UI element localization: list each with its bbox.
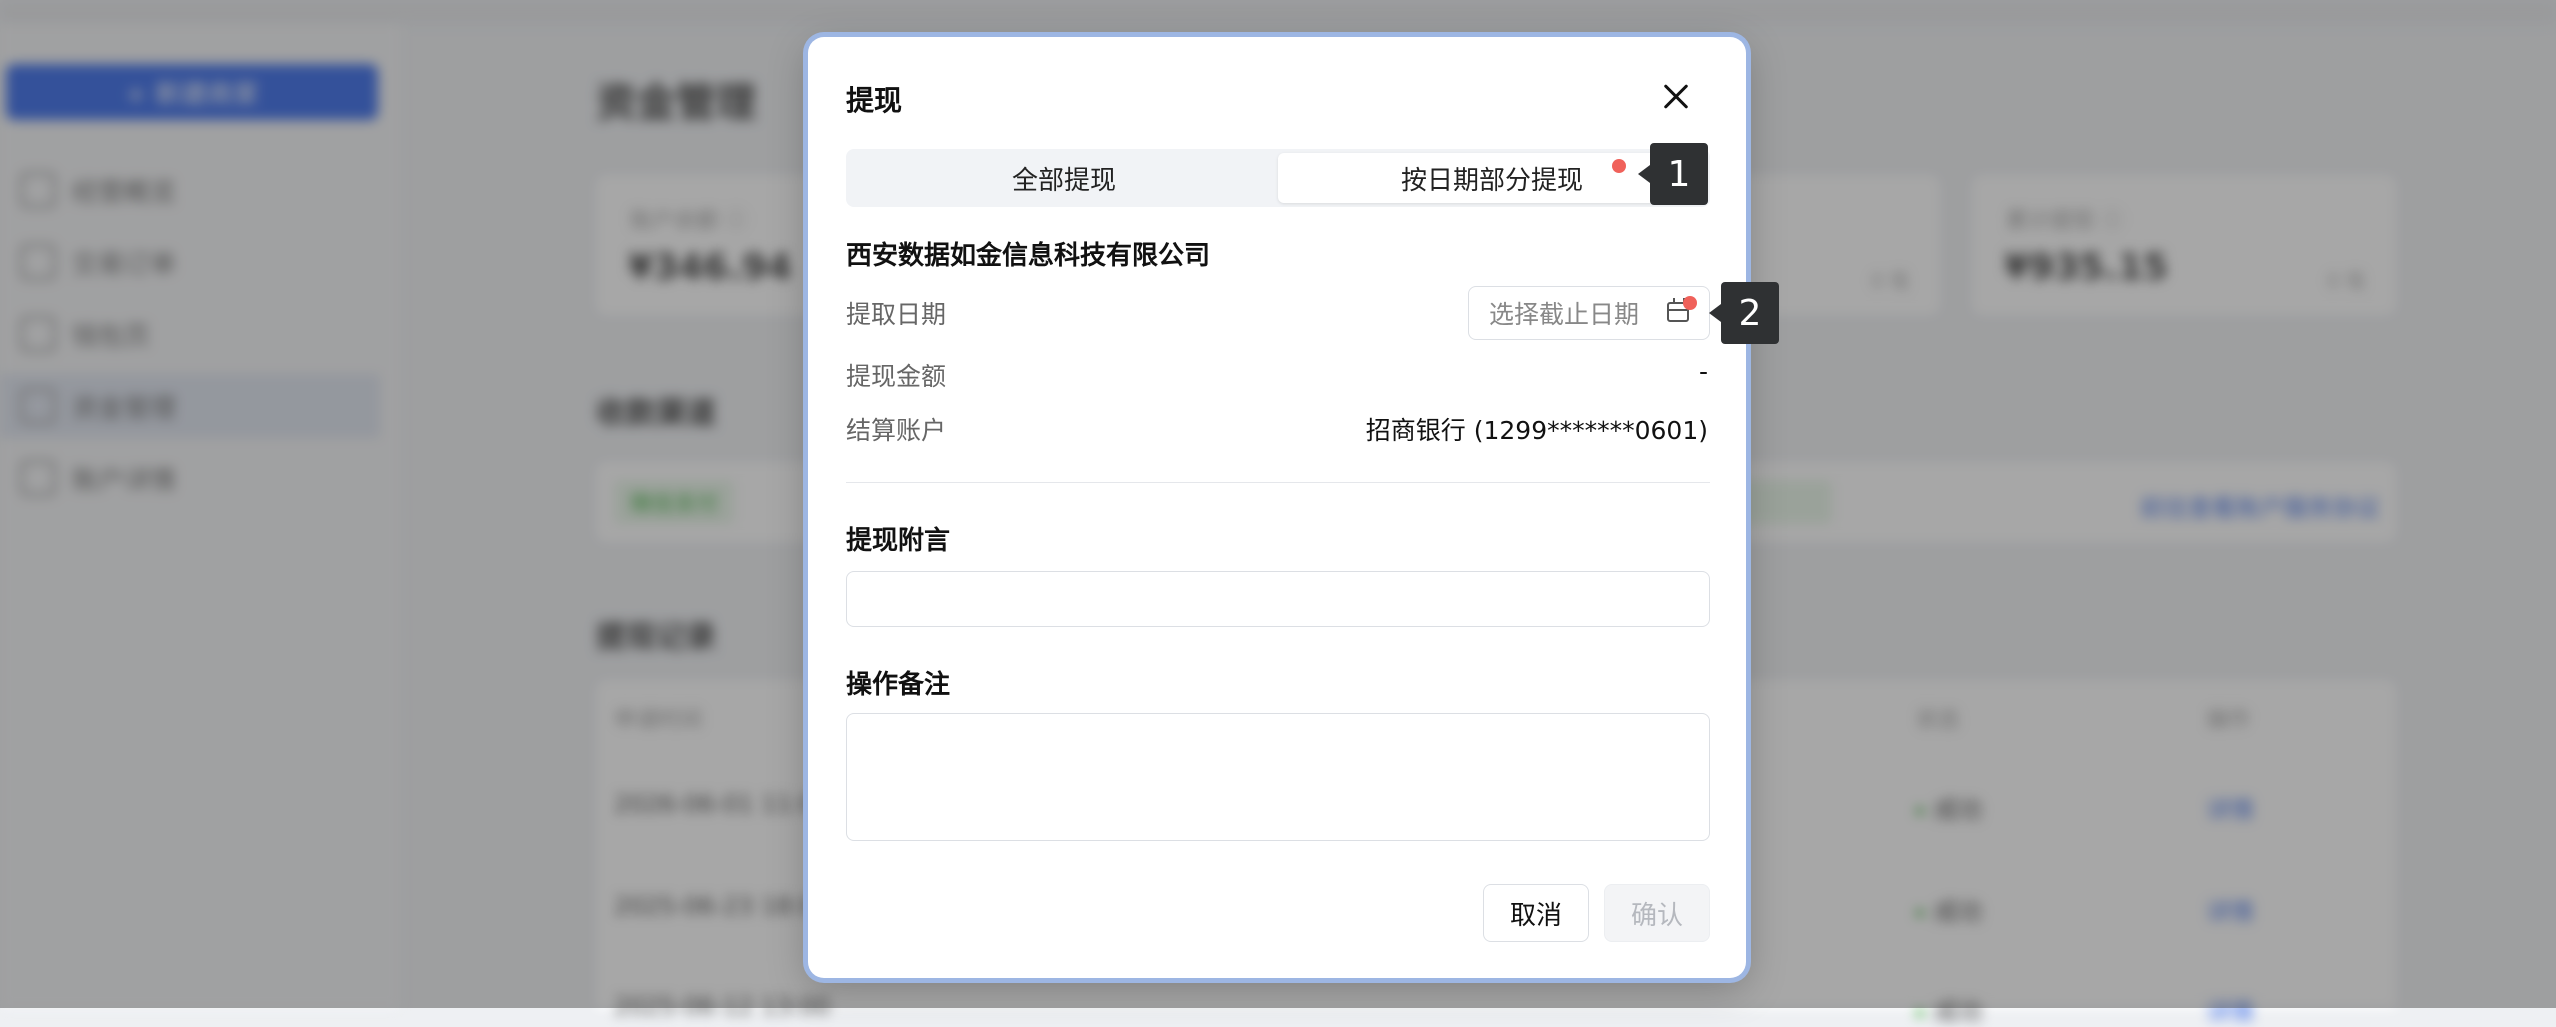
remark-textarea[interactable] xyxy=(846,713,1710,841)
account-label: 结算账户 xyxy=(846,416,947,445)
account-value: 招商银行 (1299*******0601) xyxy=(1365,416,1708,445)
date-label: 提取日期 xyxy=(846,300,947,329)
annotation-tag-1: 1 xyxy=(1638,143,1708,205)
confirm-button[interactable]: 确认 xyxy=(1604,884,1710,942)
amount-label: 提现金额 xyxy=(846,362,947,391)
date-placeholder: 选择截止日期 xyxy=(1489,300,1640,329)
end-date-picker[interactable]: 选择截止日期 xyxy=(1468,286,1710,340)
annotation-tag-2: 2 xyxy=(1709,282,1779,344)
divider xyxy=(846,482,1710,483)
amount-value: - xyxy=(1698,357,1708,386)
memo-input[interactable] xyxy=(846,571,1710,627)
withdraw-mode-tabs: 全部提现 按日期部分提现 xyxy=(846,149,1710,207)
dialog-title: 提现 xyxy=(846,84,903,117)
withdraw-dialog: 提现 全部提现 按日期部分提现 西安数据如金信息科技有限公司 提取日期 选择截止… xyxy=(808,37,1746,978)
annotation-dot xyxy=(1683,296,1697,310)
annotation-dot xyxy=(1612,159,1626,173)
remark-label: 操作备注 xyxy=(846,670,951,700)
company-name: 西安数据如金信息科技有限公司 xyxy=(846,241,1211,271)
tab-withdraw-all[interactable]: 全部提现 xyxy=(850,153,1278,203)
memo-label: 提现附言 xyxy=(846,526,951,556)
cancel-button[interactable]: 取消 xyxy=(1483,884,1589,942)
close-icon[interactable] xyxy=(1656,77,1696,117)
